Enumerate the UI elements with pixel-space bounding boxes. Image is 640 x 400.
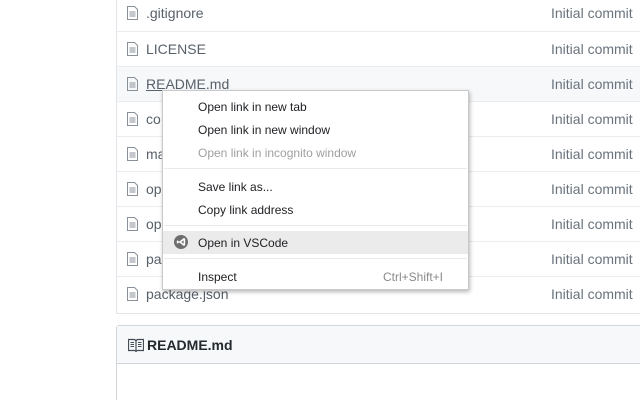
menu-separator — [164, 225, 467, 226]
context-menu: Open link in new tab Open link in new wi… — [162, 90, 469, 290]
menu-separator — [164, 168, 467, 169]
menu-item-label: Inspect — [198, 270, 237, 284]
commit-message[interactable]: Initial commit — [551, 286, 633, 302]
menu-item-inspect[interactable]: Inspect Ctrl+Shift+I — [163, 265, 468, 288]
menu-item-copy-link-address[interactable]: Copy link address — [163, 198, 468, 221]
file-icon — [127, 147, 138, 161]
readme-panel: README.md — [116, 325, 640, 400]
commit-message[interactable]: Initial commit — [551, 181, 633, 197]
file-icon — [127, 182, 138, 196]
menu-item-open-new-window[interactable]: Open link in new window — [163, 118, 468, 141]
commit-message[interactable]: Initial commit — [551, 146, 633, 162]
commit-message[interactable]: Initial commit — [551, 216, 633, 232]
menu-item-label: Open link in incognito window — [198, 146, 357, 160]
file-row-license[interactable]: LICENSE Initial commit — [117, 31, 640, 66]
menu-item-open-incognito: Open link in incognito window — [163, 141, 468, 164]
commit-message[interactable]: Initial commit — [551, 251, 633, 267]
readme-title: README.md — [147, 337, 233, 353]
menu-item-label: Open link in new tab — [198, 100, 307, 114]
file-icon — [127, 112, 138, 126]
file-name[interactable]: op — [146, 216, 162, 232]
file-icon — [127, 6, 138, 20]
book-icon — [128, 338, 144, 352]
file-name[interactable]: co — [146, 111, 161, 127]
menu-item-label: Open link in new window — [198, 123, 331, 137]
file-name[interactable]: .gitignore — [146, 5, 204, 21]
file-name[interactable]: op — [146, 181, 162, 197]
file-name[interactable]: LICENSE — [146, 41, 206, 57]
file-icon — [127, 42, 138, 56]
vscode-icon — [174, 235, 188, 249]
menu-item-open-new-tab[interactable]: Open link in new tab — [163, 95, 468, 118]
file-name[interactable]: pa — [146, 251, 162, 267]
commit-message[interactable]: Initial commit — [551, 76, 633, 92]
menu-item-label: Open in VSCode — [198, 236, 289, 250]
commit-message[interactable]: Initial commit — [551, 111, 633, 127]
menu-item-shortcut: Ctrl+Shift+I — [382, 270, 443, 284]
menu-item-open-in-vscode[interactable]: Open in VSCode — [163, 231, 468, 254]
file-icon — [127, 287, 138, 301]
commit-message[interactable]: Initial commit — [551, 41, 633, 57]
file-icon — [127, 252, 138, 266]
menu-separator — [164, 258, 467, 259]
commit-message[interactable]: Initial commit — [551, 5, 633, 21]
menu-item-label: Copy link address — [198, 203, 294, 217]
menu-item-save-link-as[interactable]: Save link as... — [163, 175, 468, 198]
file-icon — [127, 217, 138, 231]
menu-item-label: Save link as... — [198, 180, 273, 194]
file-row-gitignore[interactable]: .gitignore Initial commit — [117, 0, 640, 31]
file-icon — [127, 77, 138, 91]
readme-header: README.md — [117, 326, 640, 364]
